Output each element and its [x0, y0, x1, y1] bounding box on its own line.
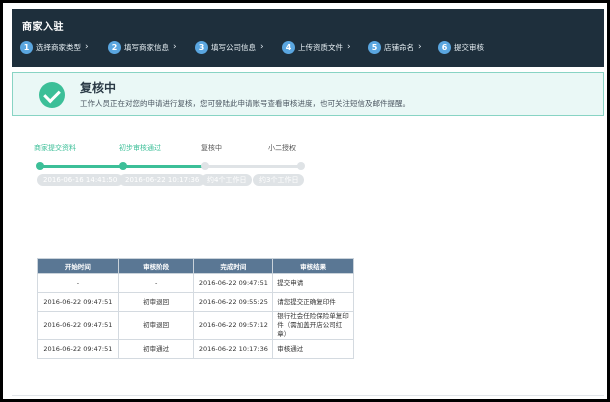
progress-dot-1: [36, 162, 44, 170]
step-number-5: 5: [368, 40, 381, 54]
cell-review-stage: 初审通过: [117, 339, 195, 359]
step-label-3: 填写公司信息: [211, 42, 256, 52]
progress-dot-3: [201, 162, 209, 170]
step-label-4: 上传资质文件: [298, 42, 343, 52]
step-number-2: 2: [108, 40, 121, 54]
status-banner: 复核中 工作人员正在对您的申请进行复核，您可登陆此申请账号查看审核进度，也可关注…: [12, 72, 604, 116]
check-circle-icon: [39, 82, 65, 108]
step-1[interactable]: 1 选择商家类型 ›: [20, 39, 89, 55]
table-row: - - 2016-06-22 09:47:51 提交申请: [37, 273, 354, 293]
cell-review-result: 银行社会任险保险单复印件（需加盖开店公司红章）: [272, 311, 354, 340]
progress-badge-4: 约3个工作日: [253, 174, 305, 186]
cell-complete-time: 2016-06-22 09:47:51: [193, 273, 274, 293]
progress-dot-4: [297, 162, 305, 170]
progress-line-pending: [203, 165, 301, 168]
cell-review-stage: 初审退回: [117, 292, 195, 312]
step-number-6: 6: [438, 40, 451, 54]
step-number-3: 3: [195, 40, 208, 54]
progress-badge-1: 2016-06-16 14:41:50: [37, 174, 124, 186]
progress-line-done: [121, 165, 203, 168]
step-number-1: 1: [20, 40, 33, 54]
cell-start-time: 2016-06-22 09:47:51: [37, 292, 119, 312]
step-5[interactable]: 5 店铺命名 ›: [368, 39, 422, 55]
cell-review-stage: -: [117, 273, 195, 293]
cell-complete-time: 2016-06-22 09:57:12: [193, 311, 274, 340]
cell-review-stage: 初审退回: [117, 311, 195, 340]
step-number-4: 4: [282, 40, 295, 54]
table-row: 2016-06-22 09:47:51 初审退回 2016-06-22 09:5…: [37, 311, 354, 340]
cell-start-time: 2016-06-22 09:47:51: [37, 339, 119, 359]
cell-start-time: -: [37, 273, 119, 293]
step-3[interactable]: 3 填写公司信息 ›: [195, 39, 264, 55]
step-label-2: 填写商家信息: [124, 42, 169, 52]
column-header-review-stage: 审核阶段: [117, 258, 195, 274]
progress-stage-label-3: 复核中: [201, 144, 222, 152]
chevron-right-icon: ›: [347, 42, 351, 52]
cell-complete-time: 2016-06-22 10:17:36: [193, 339, 274, 359]
progress-stage-label-2: 初步审核通过: [119, 144, 161, 152]
chevron-right-icon: ›: [85, 42, 89, 52]
chevron-right-icon: ›: [260, 42, 264, 52]
header-bar: 商家入驻 1 选择商家类型 › 2 填写商家信息 › 3 填写公司信息 › 4 …: [12, 9, 604, 67]
cell-start-time: 2016-06-22 09:47:51: [37, 311, 119, 340]
step-label-5: 店铺命名: [384, 42, 414, 52]
step-label-6: 提交审核: [454, 42, 484, 52]
status-description: 工作人员正在对您的申请进行复核，您可登陆此申请账号查看审核进度，也可关注短信及邮…: [80, 99, 410, 108]
step-2[interactable]: 2 填写商家信息 ›: [108, 39, 177, 55]
step-label-1: 选择商家类型: [36, 42, 81, 52]
column-header-start-time: 开始时间: [37, 258, 119, 274]
divider: [12, 395, 604, 396]
chevron-right-icon: ›: [418, 42, 422, 52]
chevron-right-icon: ›: [173, 42, 177, 52]
cell-review-result: 请您提交正确复印件: [272, 292, 354, 312]
progress-dot-2: [119, 162, 127, 170]
progress-stage-label-1: 商家提交资料: [34, 144, 76, 152]
progress-badge-2: 2016-06-22 10:17:36: [119, 174, 206, 186]
table-row: 2016-06-22 09:47:51 初审退回 2016-06-22 09:5…: [37, 292, 354, 312]
cell-review-result: 审核通过: [272, 339, 354, 359]
table-row: 2016-06-22 09:47:51 初审通过 2016-06-22 10:1…: [37, 339, 354, 359]
page-frame: 商家入驻 1 选择商家类型 › 2 填写商家信息 › 3 填写公司信息 › 4 …: [3, 3, 607, 399]
step-6[interactable]: 6 提交审核: [438, 39, 484, 55]
status-title: 复核中: [80, 81, 117, 95]
progress-tracker: 商家提交资料 初步审核通过 复核中 小二授权 2016-06-16 14:41:…: [31, 143, 311, 193]
column-header-review-result: 审核结果: [272, 258, 354, 274]
column-header-complete-time: 完成时间: [193, 258, 274, 274]
review-history-table: 开始时间 审核阶段 完成时间 审核结果 - - 2016-06-22 09:47…: [37, 258, 354, 359]
cell-complete-time: 2016-06-22 09:55:25: [193, 292, 274, 312]
table-header-row: 开始时间 审核阶段 完成时间 审核结果: [37, 258, 354, 274]
step-4[interactable]: 4 上传资质文件 ›: [282, 39, 351, 55]
cell-review-result: 提交申请: [272, 273, 354, 293]
progress-line-done: [39, 165, 121, 168]
page-title: 商家入驻: [22, 22, 64, 33]
progress-stage-label-4: 小二授权: [268, 144, 296, 152]
progress-badge-3: 约4个工作日: [201, 174, 253, 186]
